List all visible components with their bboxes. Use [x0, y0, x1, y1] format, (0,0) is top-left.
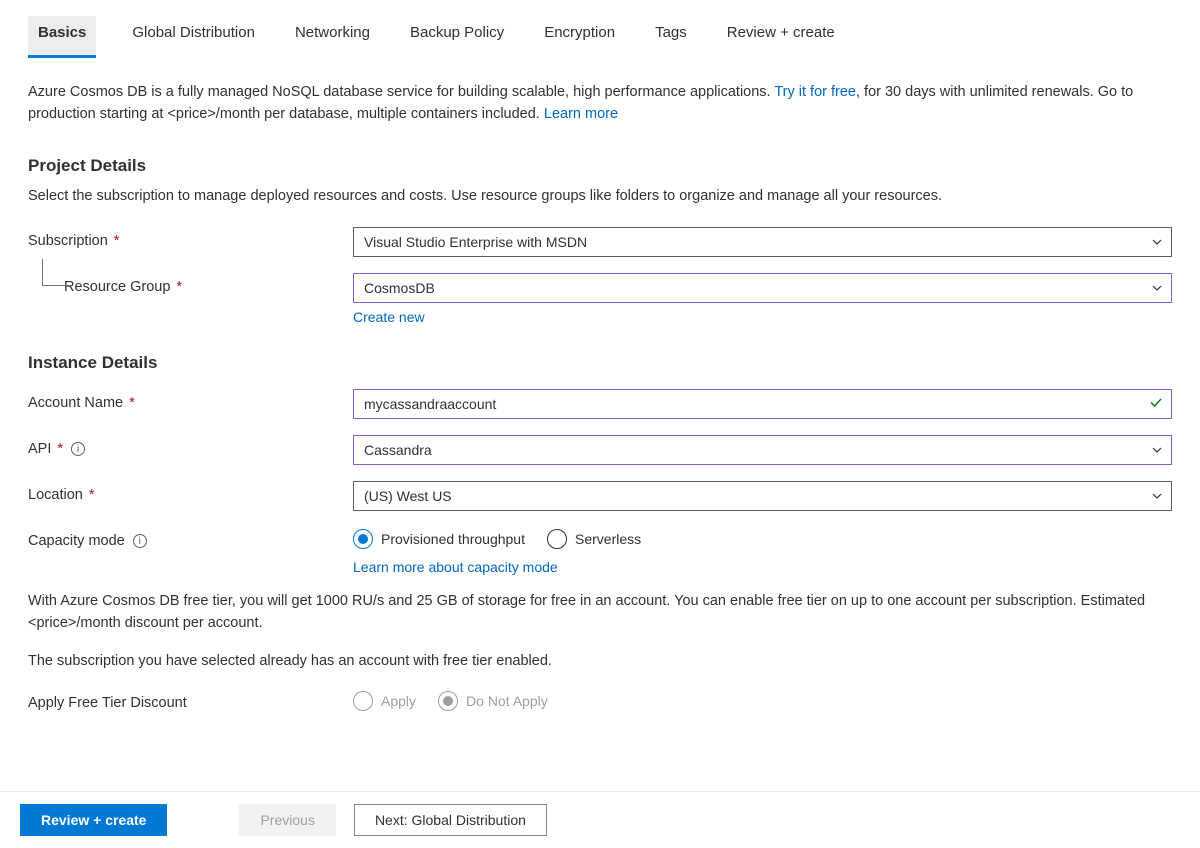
location-row: Location * (US) West US: [28, 481, 1172, 511]
review-create-button[interactable]: Review + create: [20, 804, 167, 836]
tab-tags[interactable]: Tags: [651, 16, 691, 58]
tab-basics[interactable]: Basics: [28, 16, 96, 58]
subscription-row: Subscription * Visual Studio Enterprise …: [28, 227, 1172, 257]
tab-encryption[interactable]: Encryption: [540, 16, 619, 58]
radio-icon: [547, 529, 567, 549]
radio-icon: [353, 529, 373, 549]
previous-button: Previous: [239, 804, 335, 836]
resource-group-label-text: Resource Group: [64, 279, 170, 295]
radio-label: Serverless: [575, 531, 641, 547]
required-indicator: *: [57, 441, 63, 457]
chevron-down-icon: [1151, 282, 1163, 294]
subscription-label-text: Subscription: [28, 233, 108, 249]
info-icon[interactable]: i: [71, 442, 85, 456]
free-tier-text-1: With Azure Cosmos DB free tier, you will…: [28, 591, 1172, 635]
required-indicator: *: [129, 395, 135, 411]
free-tier-text-2: The subscription you have selected alrea…: [28, 651, 1172, 673]
radio-icon: [353, 691, 373, 711]
radio-label: Apply: [381, 693, 416, 709]
tab-networking[interactable]: Networking: [291, 16, 374, 58]
location-label-text: Location: [28, 487, 83, 503]
radio-do-not-apply: Do Not Apply: [438, 691, 548, 711]
tab-review-create[interactable]: Review + create: [723, 16, 839, 58]
tab-backup-policy[interactable]: Backup Policy: [406, 16, 508, 58]
api-select[interactable]: Cassandra: [353, 435, 1172, 465]
account-name-row: Account Name * mycassandraaccount: [28, 389, 1172, 419]
radio-icon: [438, 691, 458, 711]
instance-details-header: Instance Details: [28, 353, 1172, 373]
checkmark-icon: [1149, 396, 1163, 413]
chevron-down-icon: [1151, 236, 1163, 248]
api-label: API * i: [28, 435, 353, 457]
info-icon[interactable]: i: [133, 534, 147, 548]
free-tier-label: Apply Free Tier Discount: [28, 689, 353, 711]
api-value: Cassandra: [364, 442, 432, 458]
project-details-header: Project Details: [28, 156, 1172, 176]
account-name-label: Account Name *: [28, 389, 353, 411]
intro-text-1: Azure Cosmos DB is a fully managed NoSQL…: [28, 84, 774, 100]
free-tier-row: Apply Free Tier Discount Apply Do Not Ap…: [28, 689, 1172, 711]
learn-more-link[interactable]: Learn more: [544, 106, 618, 122]
required-indicator: *: [89, 487, 95, 503]
required-indicator: *: [114, 233, 120, 249]
account-name-value: mycassandraaccount: [364, 396, 496, 412]
resource-group-select[interactable]: CosmosDB: [353, 273, 1172, 303]
subscription-value: Visual Studio Enterprise with MSDN: [364, 234, 587, 250]
tabs-bar: Basics Global Distribution Networking Ba…: [28, 16, 1172, 58]
footer-bar: Review + create Previous Next: Global Di…: [0, 791, 1200, 848]
free-tier-radio-group: Apply Do Not Apply: [353, 689, 1172, 711]
chevron-down-icon: [1151, 444, 1163, 456]
account-name-input[interactable]: mycassandraaccount: [353, 389, 1172, 419]
radio-apply: Apply: [353, 691, 416, 711]
location-select[interactable]: (US) West US: [353, 481, 1172, 511]
required-indicator: *: [176, 279, 182, 295]
tab-global-distribution[interactable]: Global Distribution: [128, 16, 259, 58]
api-row: API * i Cassandra: [28, 435, 1172, 465]
capacity-mode-row: Capacity mode i Provisioned throughput S…: [28, 527, 1172, 575]
resource-group-value: CosmosDB: [364, 280, 435, 296]
radio-provisioned-throughput[interactable]: Provisioned throughput: [353, 529, 525, 549]
free-tier-label-text: Apply Free Tier Discount: [28, 695, 187, 711]
capacity-mode-radio-group: Provisioned throughput Serverless: [353, 527, 1172, 549]
radio-label: Provisioned throughput: [381, 531, 525, 547]
api-label-text: API: [28, 441, 51, 457]
next-button[interactable]: Next: Global Distribution: [354, 804, 547, 836]
radio-serverless[interactable]: Serverless: [547, 529, 641, 549]
location-label: Location *: [28, 481, 353, 503]
capacity-mode-label-text: Capacity mode: [28, 533, 125, 549]
chevron-down-icon: [1151, 490, 1163, 502]
location-value: (US) West US: [364, 488, 452, 504]
subscription-label: Subscription *: [28, 227, 353, 249]
intro-text: Azure Cosmos DB is a fully managed NoSQL…: [28, 82, 1172, 126]
resource-group-label: Resource Group *: [64, 273, 353, 295]
resource-group-row: Resource Group * CosmosDB Create new: [64, 273, 1172, 325]
radio-label: Do Not Apply: [466, 693, 548, 709]
subscription-select[interactable]: Visual Studio Enterprise with MSDN: [353, 227, 1172, 257]
create-new-link[interactable]: Create new: [353, 309, 425, 325]
account-name-label-text: Account Name: [28, 395, 123, 411]
try-for-free-link[interactable]: Try it for free: [774, 84, 856, 100]
capacity-learn-more-link[interactable]: Learn more about capacity mode: [353, 559, 558, 575]
project-details-desc: Select the subscription to manage deploy…: [28, 186, 1172, 208]
capacity-mode-label: Capacity mode i: [28, 527, 353, 549]
